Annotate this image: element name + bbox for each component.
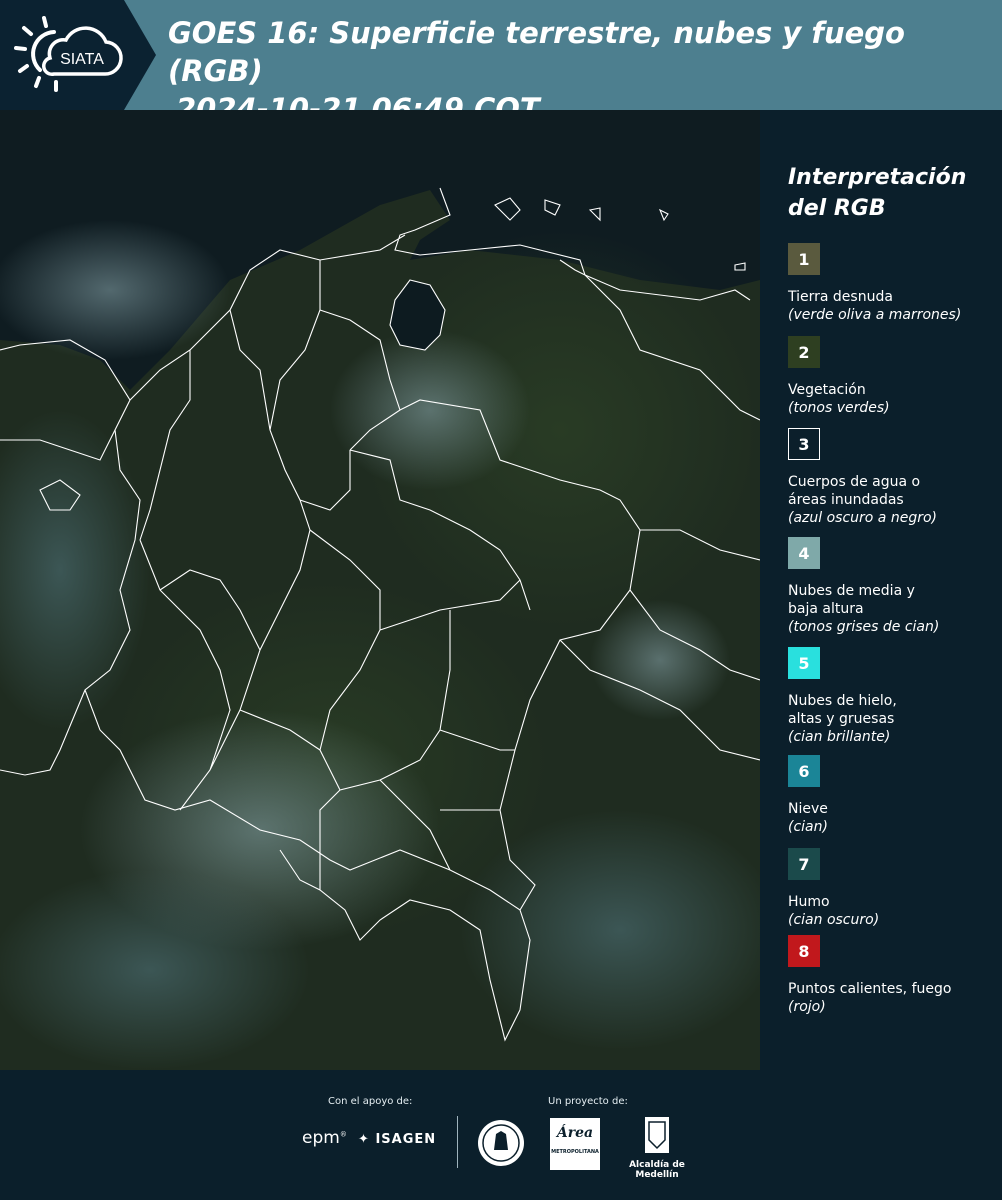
- legend-item-3: 3 Cuerpos de agua o áreas inundadas (azul o…: [788, 428, 998, 527]
- legend-description: (azul oscuro a negro): [788, 510, 937, 526]
- legend-label: Nubes de hielo,: [788, 693, 897, 709]
- legend-swatch: 1: [788, 243, 820, 275]
- alcaldia-logo: Alcaldía de Medellín: [612, 1116, 702, 1180]
- header-bar: SIATA GOES 16: Superficie terrestre, nub…: [0, 0, 1002, 126]
- legend-text: Nubes de media y baja altura (tonos grises…: [788, 582, 998, 636]
- title-product: GOES 16: Superficie terrestre, nubes y f…: [168, 16, 905, 88]
- area-metropolitana-logo: Área METROPOLITANA: [550, 1118, 600, 1170]
- cloud-area: [590, 600, 730, 720]
- legend-item-5: 5 Nubes de hielo, altas y gruesas (cian bri…: [788, 647, 998, 746]
- legend-description: (rojo): [788, 999, 826, 1015]
- area-logo-sub: METROPOLITANA: [551, 1149, 599, 1155]
- footer-divider: [457, 1116, 458, 1168]
- area-logo-script: Área: [556, 1125, 594, 1141]
- legend-label: áreas inundadas: [788, 492, 904, 508]
- legend-text: Nieve (cian): [788, 800, 998, 836]
- cloud-area: [0, 870, 310, 1070]
- legend-label: baja altura: [788, 601, 864, 617]
- legend-description: (verde oliva a marrones): [788, 307, 962, 323]
- legend-text: Tierra desnuda (verde oliva a marrones): [788, 288, 998, 324]
- sun-ray: [18, 64, 29, 73]
- legend-description: (cian brillante): [788, 729, 891, 745]
- legend-item-4: 4 Nubes de media y baja altura (tonos grise…: [788, 537, 998, 636]
- isagen-icon: ✦: [358, 1132, 370, 1147]
- legend-item-8: 8 Puntos calientes, fuego (rojo): [788, 935, 998, 1016]
- cloud-area: [330, 330, 530, 490]
- sun-ray: [14, 46, 27, 51]
- support-label: Con el apoyo de:: [328, 1096, 413, 1107]
- footer: Con el apoyo de: Un proyecto de: epm® ✦ …: [0, 1070, 1002, 1200]
- sun-ray: [34, 76, 41, 88]
- sun-ray: [22, 26, 33, 36]
- legend-description: (tonos grises de cian): [788, 619, 940, 635]
- legend-description: (cian oscuro): [788, 912, 880, 928]
- legend-text: Cuerpos de agua o áreas inundadas (azul os…: [788, 473, 998, 527]
- antioquia-seal-icon: [478, 1120, 524, 1166]
- project-label: Un proyecto de:: [548, 1096, 628, 1107]
- epm-logo: epm®: [302, 1128, 347, 1148]
- legend-swatch: 8: [788, 935, 820, 967]
- legend-swatch: 7: [788, 848, 820, 880]
- legend-item-1: 1 Tierra desnuda (verde oliva a marrones): [788, 243, 998, 324]
- alcaldia-logo-text: Alcaldía de Medellín: [629, 1160, 685, 1180]
- legend-text: Nubes de hielo, altas y gruesas (cian bril…: [788, 692, 998, 746]
- legend-label: Puntos calientes, fuego: [788, 981, 952, 997]
- legend-text: Vegetación (tonos verdes): [788, 381, 998, 417]
- legend-description: (tonos verdes): [788, 400, 890, 416]
- legend-label: Nubes de media y: [788, 583, 915, 599]
- siata-logo: SIATA: [14, 16, 123, 92]
- rgb-legend: Interpretación del RGB 1 Tierra desnuda (v…: [760, 110, 1002, 1070]
- legend-text: Humo (cian oscuro): [788, 893, 998, 929]
- sun-ray: [42, 16, 48, 28]
- legend-swatch: 5: [788, 647, 820, 679]
- legend-label: Nieve: [788, 801, 828, 817]
- legend-label: Cuerpos de agua o: [788, 474, 921, 490]
- logo-text: SIATA: [60, 51, 104, 68]
- legend-label: altas y gruesas: [788, 711, 895, 727]
- legend-label: Tierra desnuda: [788, 289, 893, 305]
- cloud-area: [0, 220, 230, 360]
- legend-description: (cian): [788, 819, 828, 835]
- legend-label: Humo: [788, 894, 830, 910]
- legend-text: Puntos calientes, fuego (rojo): [788, 980, 998, 1016]
- epm-logo-text: epm: [302, 1128, 340, 1148]
- legend-swatch: 4: [788, 537, 820, 569]
- legend-item-6: 6 Nieve (cian): [788, 755, 998, 836]
- map-canvas: [0, 110, 760, 1070]
- legend-swatch: 6: [788, 755, 820, 787]
- legend-item-7: 7 Humo (cian oscuro): [788, 848, 998, 929]
- legend-swatch: 3: [788, 428, 820, 460]
- satellite-map[interactable]: [0, 110, 760, 1070]
- isagen-logo: ✦ ISAGEN: [358, 1132, 436, 1147]
- legend-swatch: 2: [788, 336, 820, 368]
- legend-item-2: 2 Vegetación (tonos verdes): [788, 336, 998, 417]
- legend-title: Interpretación del RGB: [788, 165, 967, 221]
- legend-label: Vegetación: [788, 382, 866, 398]
- isagen-logo-text: ISAGEN: [375, 1132, 437, 1147]
- medellin-shield-icon: [645, 1117, 669, 1153]
